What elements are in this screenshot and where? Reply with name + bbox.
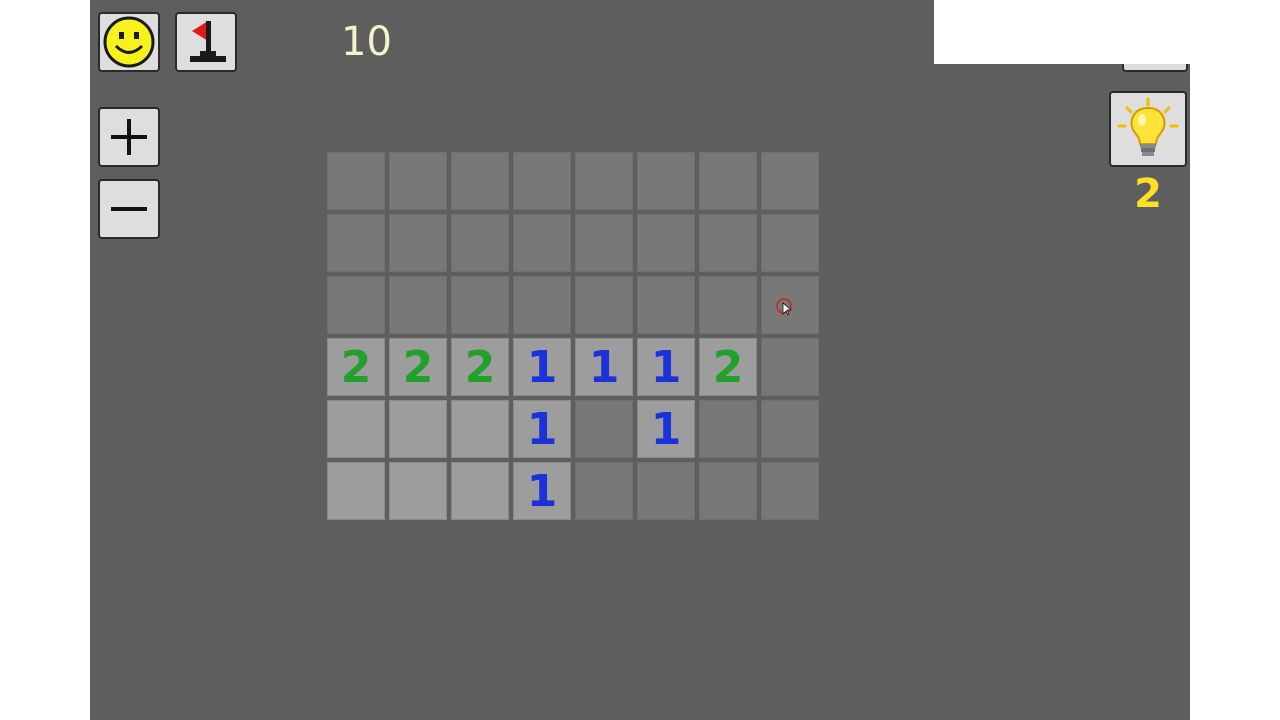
board-cell[interactable] <box>699 276 757 334</box>
board-cell[interactable] <box>451 462 509 520</box>
board-cell[interactable]: 2 <box>451 338 509 396</box>
board-cell[interactable] <box>699 152 757 210</box>
board-cell[interactable] <box>637 152 695 210</box>
board-cell[interactable] <box>761 276 819 334</box>
board-cell[interactable] <box>575 276 633 334</box>
board-cell[interactable]: 2 <box>699 338 757 396</box>
board-cell[interactable]: 1 <box>637 338 695 396</box>
board-cell[interactable] <box>637 462 695 520</box>
board-cell[interactable] <box>699 462 757 520</box>
board-cell[interactable] <box>761 338 819 396</box>
game-area: 10 2221112111 2 <box>90 0 1190 720</box>
board-cell[interactable] <box>327 276 385 334</box>
board-cell[interactable] <box>389 152 447 210</box>
board-cell[interactable] <box>575 462 633 520</box>
smiley-face-icon <box>103 16 155 68</box>
board-cell[interactable] <box>513 214 571 272</box>
board-cell[interactable] <box>451 276 509 334</box>
board-cell[interactable]: 1 <box>575 338 633 396</box>
board-cell[interactable] <box>389 276 447 334</box>
board-cell[interactable] <box>761 152 819 210</box>
plus-icon <box>111 119 147 155</box>
board-cell[interactable] <box>513 152 571 210</box>
board-cell[interactable] <box>327 462 385 520</box>
blank-panel <box>934 0 1190 64</box>
minus-icon <box>111 207 147 211</box>
board-cell[interactable] <box>327 214 385 272</box>
board-cell[interactable] <box>761 214 819 272</box>
zoom-in-button[interactable] <box>98 107 160 167</box>
board-cell[interactable] <box>699 214 757 272</box>
zoom-out-button[interactable] <box>98 179 160 239</box>
board-cell[interactable] <box>637 214 695 272</box>
board-cell[interactable] <box>575 400 633 458</box>
board-cell[interactable] <box>389 400 447 458</box>
board-cell[interactable] <box>761 400 819 458</box>
board-cell[interactable] <box>327 400 385 458</box>
board-cell[interactable] <box>451 400 509 458</box>
board-cell[interactable]: 1 <box>637 400 695 458</box>
board-cell[interactable]: 1 <box>513 338 571 396</box>
board-cell[interactable] <box>451 214 509 272</box>
flag-mode-button[interactable] <box>175 12 237 72</box>
flag-icon <box>190 21 226 62</box>
hint-count: 2 <box>1134 171 1162 217</box>
board-cell[interactable] <box>575 152 633 210</box>
board-cell[interactable] <box>699 400 757 458</box>
board-cell[interactable] <box>327 152 385 210</box>
board-cell[interactable]: 1 <box>513 400 571 458</box>
board-cell[interactable] <box>637 276 695 334</box>
board-cell[interactable]: 1 <box>513 462 571 520</box>
board-cell[interactable] <box>451 152 509 210</box>
board-cell[interactable]: 2 <box>327 338 385 396</box>
board-cell[interactable] <box>389 462 447 520</box>
hint-button[interactable] <box>1109 91 1187 167</box>
minefield-grid: 2221112111 <box>327 152 819 520</box>
board-cell[interactable] <box>575 214 633 272</box>
lightbulb-icon <box>1117 97 1179 156</box>
new-game-button[interactable] <box>98 12 160 72</box>
board-cell[interactable]: 2 <box>389 338 447 396</box>
board-cell[interactable] <box>513 276 571 334</box>
board-cell[interactable] <box>389 214 447 272</box>
mine-counter: 10 <box>341 19 392 65</box>
board-cell[interactable] <box>761 462 819 520</box>
